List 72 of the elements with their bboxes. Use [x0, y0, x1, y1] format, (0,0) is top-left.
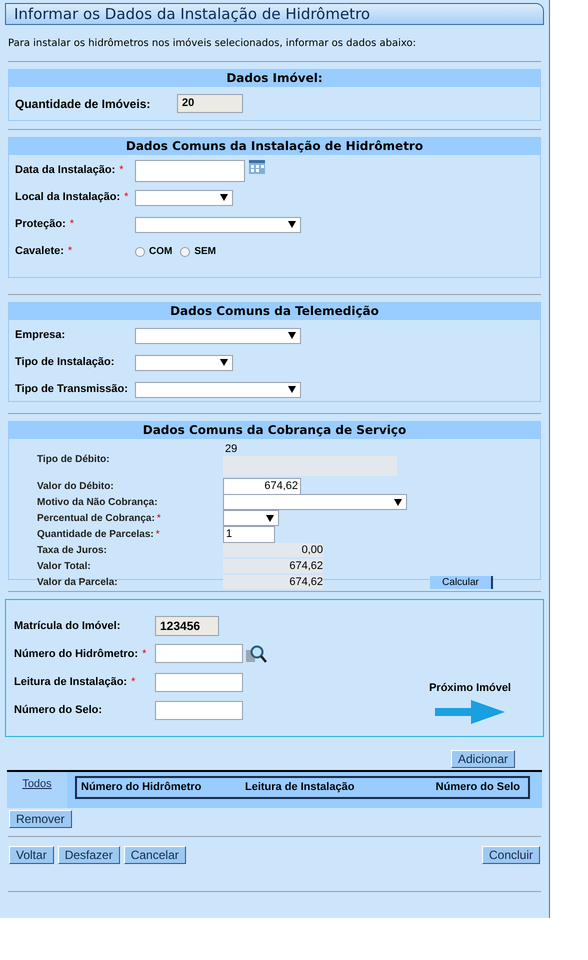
field-label: Tipo de Débito:: [37, 452, 110, 466]
caret-icon: [220, 359, 228, 366]
input-field[interactable]: [155, 700, 243, 720]
readonly-field: 0,00: [223, 543, 323, 557]
dropdown[interactable]: [223, 510, 279, 526]
action-button[interactable]: Desfazer: [58, 846, 120, 864]
input-field[interactable]: 674,62: [223, 478, 301, 494]
section-header: Dados Comuns da Instalação de Hidrômetro: [9, 138, 540, 155]
field-label: Número do Hidrômetro:: [14, 646, 138, 662]
readonly-field: 20: [177, 94, 243, 113]
required-mark: *: [68, 244, 72, 260]
field-label: Número do Selo:: [14, 702, 102, 718]
section-header: Dados Comuns da Telemedição: [9, 303, 540, 320]
arrow-right-icon[interactable]: [435, 700, 506, 724]
caret-icon: [394, 498, 402, 506]
field-label: Motivo da Não Cobrança:: [37, 496, 158, 510]
section-header: Dados Imóvel:: [9, 70, 540, 87]
required-mark: *: [124, 190, 128, 206]
readonly-field: 674,62: [223, 575, 323, 589]
input-field[interactable]: [155, 672, 243, 692]
readonly-field: 29: [223, 442, 397, 476]
field-label: Valor do Débito:: [37, 480, 114, 494]
required-mark: *: [70, 217, 74, 232]
field-label: Proteção:: [15, 217, 66, 232]
field-label: Tipo de Transmissão:: [15, 382, 128, 398]
field-label: Matrícula do Imóvel:: [14, 618, 120, 634]
field-label: Empresa:: [15, 328, 66, 344]
field-label: Valor Total:: [37, 560, 91, 574]
add-button[interactable]: Adicionar: [450, 750, 515, 768]
calculate-button[interactable]: Calcular: [430, 576, 493, 589]
radio-button[interactable]: [180, 246, 190, 256]
input-field[interactable]: [155, 644, 243, 663]
required-mark: *: [131, 674, 136, 690]
caret-icon: [288, 332, 296, 339]
search-icon[interactable]: [245, 644, 267, 664]
input-field[interactable]: 1: [223, 526, 275, 542]
caret-icon: [288, 221, 296, 228]
required-mark: *: [142, 646, 146, 662]
field-label: Quantidade de Imóveis:: [15, 96, 150, 110]
column-header: Número do Hidrômetro: [80, 780, 202, 796]
intro-text: Para instalar os hidrômetros nos imóveis selecionados, informar os dados abaixo:: [8, 37, 417, 51]
field-label: Quantidade de Parcelas:: [37, 528, 154, 542]
column-header: Leitura de Instalação: [244, 780, 356, 796]
remove-button[interactable]: Remover: [9, 810, 72, 828]
field-label: Percentual de Cobrança:: [37, 512, 155, 526]
field-label: Data da Instalação:: [15, 163, 116, 178]
next-property-label: Próximo Imóvel: [429, 680, 511, 696]
required-mark: *: [156, 528, 160, 542]
radio-button[interactable]: [135, 246, 145, 256]
field-label: Local da Instalação:: [15, 190, 120, 206]
field-label: Leitura de Instalação:: [14, 674, 128, 690]
caret-icon: [220, 194, 228, 201]
caret-icon: [266, 514, 274, 522]
column-header: Número do Selo: [434, 780, 521, 796]
section-header: Dados Comuns da Cobrança de Serviço: [9, 422, 540, 439]
readonly-field: 123456: [155, 616, 219, 636]
action-button[interactable]: Voltar: [9, 846, 54, 864]
calendar-icon[interactable]: [249, 160, 265, 174]
field-label: Taxa de Juros:: [37, 544, 107, 558]
caret-icon: [288, 386, 296, 393]
radio-label: COM: [149, 245, 172, 259]
field-label: Tipo de Instalação:: [15, 355, 114, 370]
radio-label: SEM: [194, 245, 216, 259]
field-label: Valor da Parcela:: [37, 576, 118, 590]
required-mark: *: [119, 163, 124, 178]
date-field[interactable]: [135, 160, 245, 182]
window-title: Informar os Dados da Instalação de Hidrômetro: [5, 3, 544, 25]
submit-button[interactable]: Concluir: [482, 846, 540, 864]
action-button[interactable]: Cancelar: [124, 846, 186, 864]
readonly-field: 674,62: [223, 559, 323, 573]
required-mark: *: [156, 512, 161, 526]
field-label: Cavalete:: [15, 244, 64, 260]
